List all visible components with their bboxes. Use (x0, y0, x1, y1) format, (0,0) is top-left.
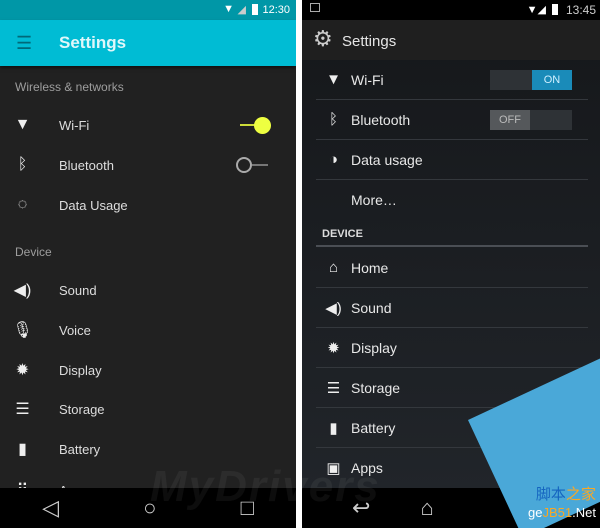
setting-bluetooth[interactable]: ᛒ Bluetooth (0, 145, 296, 185)
storage-icon: ☰ (326, 379, 341, 397)
bluetooth-toggle[interactable]: OFF (490, 110, 572, 130)
home-icon[interactable]: ⌂ (420, 495, 433, 521)
section-header: Wireless & networks (15, 80, 124, 94)
signal-icon: ◢ (237, 4, 246, 16)
battery-status-icon (252, 4, 258, 15)
clock: 13:45 (565, 3, 596, 17)
setting-wifi[interactable]: ▼ Wi-Fi ON (316, 60, 588, 100)
section-header: Device (15, 245, 52, 259)
status-bar: ▼◢ 13:45 (302, 0, 600, 20)
mic-icon: 🎙︎ (12, 322, 33, 339)
wifi-icon: ▼ (326, 71, 341, 88)
setting-home[interactable]: ⌂ Home (316, 248, 588, 288)
setting-sound[interactable]: ◀) Sound (0, 270, 296, 310)
setting-wifi[interactable]: ▼ Wi-Fi (0, 105, 296, 145)
display-icon: ✹ (15, 362, 30, 379)
battery-icon: ▮ (329, 419, 338, 437)
display-icon: ✹ (327, 339, 340, 357)
status-bar: ▼ ◢ 12:30 (0, 0, 296, 20)
bluetooth-icon: ᛒ (328, 111, 338, 128)
setting-data-usage[interactable]: ◌ Data Usage (0, 185, 296, 225)
setting-display[interactable]: ✹ Display (0, 350, 296, 390)
sound-icon: ◀) (325, 299, 342, 317)
page-title: Settings (59, 33, 127, 52)
battery-status-icon (552, 4, 558, 15)
data-usage-icon: ◑ (328, 151, 339, 168)
setting-storage[interactable]: ☰ Storage (0, 389, 296, 429)
clock: 12:30 (262, 4, 290, 16)
section-divider (316, 245, 588, 247)
toolbar: ☰ (0, 20, 296, 66)
sound-icon: ◀) (13, 282, 32, 299)
setting-more[interactable]: More… (316, 180, 588, 220)
bluetooth-toggle[interactable] (236, 157, 252, 173)
data-usage-icon: ◌ (17, 196, 28, 213)
bluetooth-icon: ᛒ (17, 156, 28, 173)
settings-gear-icon: ⚙ (313, 26, 333, 51)
section-header: DEVICE (322, 228, 363, 240)
setting-sound[interactable]: ◀) Sound (316, 288, 588, 328)
watermark: MyDrivers (150, 462, 381, 511)
page-title: Settings (342, 33, 397, 50)
setting-display[interactable]: ✹ Display (316, 328, 588, 368)
home-icon: ⌂ (328, 259, 339, 276)
back-icon[interactable]: ◁ (42, 495, 59, 521)
wifi-status-icon: ▼◢ (526, 4, 546, 16)
corner-logo-text: 脚本之家 geJB51.Net (528, 486, 596, 520)
android-kitkat-settings: ▼◢ 13:45 ⚙ Settings ▼ Wi-Fi ON ᛒ Bluetooth… (302, 0, 600, 528)
setting-voice[interactable]: 🎙︎ Voice (0, 310, 296, 350)
wifi-status-icon: ▼ (223, 3, 234, 15)
wifi-icon: ▼ (14, 116, 31, 133)
menu-icon[interactable]: ☰ (16, 33, 32, 54)
notification-icon (310, 3, 320, 12)
setting-bluetooth[interactable]: ᛒ Bluetooth OFF (316, 100, 588, 140)
storage-icon: ☰ (15, 401, 30, 418)
android-l-settings: ▼ ◢ 12:30 ☰ Settings Wireless & networks… (0, 0, 296, 528)
setting-data-usage[interactable]: ◑ Data usage (316, 140, 588, 180)
toggle-track (252, 164, 268, 166)
wifi-toggle[interactable]: ON (490, 70, 572, 90)
battery-icon: ▮ (18, 441, 27, 458)
wifi-toggle[interactable] (254, 117, 271, 134)
